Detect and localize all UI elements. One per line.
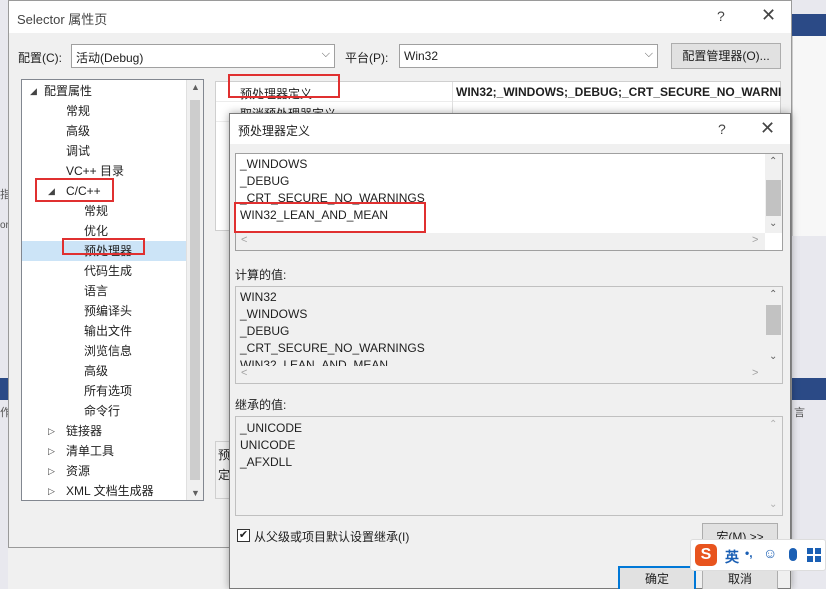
bg-right-panel bbox=[792, 36, 826, 236]
tree-item-language[interactable]: 语言 bbox=[84, 281, 108, 301]
config-combo[interactable]: 活动(Debug) ⌵ bbox=[71, 44, 335, 68]
emoji-icon[interactable]: ☺ bbox=[763, 545, 777, 561]
scroll-right-icon[interactable]: > bbox=[752, 367, 758, 379]
collapsed-icon: ▷ bbox=[48, 466, 55, 476]
highlight-box-preprocessor-item bbox=[62, 238, 145, 255]
close-button[interactable]: ✕ bbox=[761, 5, 776, 26]
computed-line: WIN32 bbox=[240, 290, 277, 304]
scroll-up-icon[interactable]: ▲ bbox=[191, 82, 200, 92]
definition-line: _DEBUG bbox=[240, 174, 290, 188]
tree-item-general[interactable]: 常规 bbox=[66, 101, 90, 121]
bg-right-bar-2 bbox=[792, 378, 826, 400]
tree-item-pch[interactable]: 预编译头 bbox=[84, 301, 132, 321]
tree-item-browse-info[interactable]: 浏览信息 bbox=[84, 341, 132, 361]
definition-line: _WINDOWS bbox=[240, 157, 308, 171]
tree-item-cpp-advanced[interactable]: 高级 bbox=[84, 361, 108, 381]
platform-label: 平台(P): bbox=[345, 51, 389, 65]
sogou-logo-icon[interactable]: S bbox=[695, 544, 717, 566]
collapsed-icon: ▷ bbox=[48, 486, 55, 496]
tree-label: 链接器 bbox=[66, 424, 103, 438]
dialog-title: 预处理器定义 bbox=[238, 124, 311, 138]
inherit-checkbox-label[interactable]: 从父级或项目默认设置继承(I) bbox=[254, 528, 409, 545]
config-manager-button[interactable]: 配置管理器(O)... bbox=[671, 43, 781, 69]
property-tree[interactable]: ◢ 配置属性 常规 高级 调试 VC++ 目录 ◢ C/C++ 常规 优化 预处… bbox=[21, 79, 204, 501]
scroll-down-icon[interactable]: ▼ bbox=[191, 488, 200, 498]
highlight-box-grid-key bbox=[228, 74, 340, 98]
tree-item-debugging[interactable]: 调试 bbox=[66, 141, 90, 161]
tree-label: XML 文档生成器 bbox=[66, 484, 154, 498]
scroll-up-icon[interactable]: ⌃ bbox=[769, 419, 777, 430]
scroll-thumb[interactable] bbox=[766, 305, 781, 335]
punctuation-icon[interactable]: •, bbox=[745, 546, 753, 560]
computed-values-box: WIN32 _WINDOWS _DEBUG _CRT_SECURE_NO_WAR… bbox=[235, 286, 783, 384]
horizontal-scrollbar[interactable]: < > bbox=[236, 233, 765, 250]
microphone-icon[interactable] bbox=[789, 548, 797, 561]
help-button[interactable]: ? bbox=[718, 121, 726, 137]
scroll-down-icon[interactable]: ⌄ bbox=[769, 499, 777, 510]
tree-item-output-files[interactable]: 输出文件 bbox=[84, 321, 132, 341]
collapsed-icon: ▷ bbox=[48, 446, 55, 456]
tree-item-advanced[interactable]: 高级 bbox=[66, 121, 90, 141]
scroll-left-icon[interactable]: < bbox=[241, 367, 247, 379]
inherited-values-label: 继承的值: bbox=[235, 398, 287, 412]
computed-line: _CRT_SECURE_NO_WARNINGS bbox=[240, 341, 425, 355]
inherited-values-box: _UNICODE UNICODE _AFXDLL ⌃ ⌄ bbox=[235, 416, 783, 516]
inherited-line: UNICODE bbox=[240, 438, 296, 452]
vertical-scrollbar[interactable]: ⌃ ⌄ bbox=[765, 417, 782, 515]
scroll-up-icon[interactable]: ⌃ bbox=[769, 156, 777, 167]
bg-right-text: 言 bbox=[794, 407, 805, 419]
toolbox-grid-icon[interactable] bbox=[807, 548, 821, 562]
scroll-right-icon[interactable]: > bbox=[752, 234, 758, 246]
background-left: 指 or 作 bbox=[0, 0, 11, 589]
grid-separator bbox=[452, 82, 453, 102]
chevron-down-icon: ⌵ bbox=[644, 48, 653, 60]
inherit-checkbox[interactable]: ✔ bbox=[237, 529, 250, 542]
scroll-up-icon[interactable]: ⌃ bbox=[769, 289, 777, 300]
tree-label: 清单工具 bbox=[66, 444, 115, 458]
tree-item-command-line[interactable]: 命令行 bbox=[84, 401, 120, 421]
computed-line: _DEBUG bbox=[240, 324, 290, 338]
ime-toolbar[interactable]: S 英 •, ☺ bbox=[690, 539, 826, 571]
ime-mode-indicator[interactable]: 英 bbox=[725, 547, 739, 567]
tree-item-cpp-general[interactable]: 常规 bbox=[84, 201, 108, 221]
collapsed-icon: ▷ bbox=[48, 426, 55, 436]
config-value: 活动(Debug) bbox=[76, 51, 144, 65]
window-title: Selector 属性页 bbox=[17, 12, 108, 27]
scroll-down-icon[interactable]: ⌄ bbox=[769, 218, 777, 229]
vertical-scrollbar[interactable]: ⌃ ⌄ bbox=[765, 287, 782, 366]
tree-item-all-options[interactable]: 所有选项 bbox=[84, 381, 132, 401]
horizontal-scrollbar[interactable]: < > bbox=[236, 366, 765, 383]
expanded-icon: ◢ bbox=[30, 86, 37, 96]
title-bar[interactable]: Selector 属性页 ? ✕ bbox=[9, 1, 791, 33]
scroll-down-icon[interactable]: ⌄ bbox=[769, 351, 777, 362]
computed-values-label: 计算的值: bbox=[235, 268, 287, 282]
config-label: 配置(C): bbox=[18, 51, 62, 65]
highlight-box-new-definition bbox=[234, 202, 426, 233]
scroll-thumb[interactable] bbox=[190, 100, 200, 480]
background-right: 言 bbox=[792, 0, 826, 589]
vertical-scrollbar[interactable]: ⌃ ⌄ bbox=[765, 154, 782, 233]
close-button[interactable]: ✕ bbox=[760, 118, 775, 139]
scroll-thumb[interactable] bbox=[766, 180, 781, 216]
bg-right-bar bbox=[792, 14, 826, 36]
platform-combo[interactable]: Win32 ⌵ bbox=[399, 44, 658, 68]
grid-value: WIN32;_WINDOWS;_DEBUG;_CRT_SECURE_NO_WAR… bbox=[456, 85, 782, 99]
highlight-box-cpp-node bbox=[35, 178, 114, 202]
tree-item-codegen[interactable]: 代码生成 bbox=[84, 261, 132, 281]
ok-button[interactable]: 确定 bbox=[618, 566, 696, 589]
tree-scrollbar[interactable]: ▲ ▼ bbox=[186, 80, 203, 500]
help-button[interactable]: ? bbox=[717, 8, 725, 24]
dialog-title-bar[interactable]: 预处理器定义 ? ✕ bbox=[230, 114, 790, 144]
computed-line: _WINDOWS bbox=[240, 307, 308, 321]
chevron-down-icon: ⌵ bbox=[321, 48, 330, 60]
bg-left-bar bbox=[0, 378, 8, 400]
inherited-line: _UNICODE bbox=[240, 421, 303, 435]
scroll-left-icon[interactable]: < bbox=[241, 234, 247, 246]
tree-label: 资源 bbox=[66, 464, 91, 478]
tree-label: 配置属性 bbox=[44, 84, 93, 98]
inherited-line: _AFXDLL bbox=[240, 455, 293, 469]
preprocessor-dialog: 预处理器定义 ? ✕ _WINDOWS _DEBUG _CRT_SECURE_N… bbox=[229, 113, 791, 589]
platform-value: Win32 bbox=[404, 49, 439, 63]
